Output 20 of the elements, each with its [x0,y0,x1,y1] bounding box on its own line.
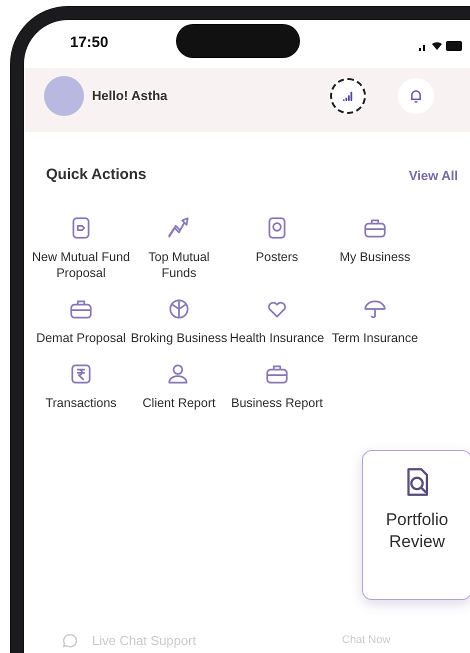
quick-action[interactable]: Transactions [32,361,130,412]
greeting-text: Hello! Astha [92,87,168,106]
notifications-button[interactable] [398,78,434,114]
portfolio-review-card[interactable]: Portfolio Review [362,450,470,600]
quick-action[interactable]: Posters [228,214,326,282]
quick-action[interactable]: Health Insurance [228,296,326,348]
quick-action[interactable]: New Mutual Fund Proposal [32,214,130,282]
avatar-circle [44,76,84,116]
insights-button[interactable] [330,78,366,114]
quick-action[interactable]: Top Mutual Funds [130,214,228,282]
quick-action[interactable]: Client Report [130,361,228,412]
status-time: 17:50 [70,34,108,51]
quick-action[interactable]: Demat Proposal [32,296,130,348]
quick-action[interactable]: My Business [326,214,424,282]
quick-action[interactable]: Broking Business [130,296,228,348]
view-all-link[interactable]: View All [408,166,458,185]
status-icons [418,38,464,53]
quick-action[interactable]: Business Report [228,361,326,412]
section-title: Quick Actions [46,165,146,185]
quick-action[interactable]: Term Insurance [326,296,424,348]
